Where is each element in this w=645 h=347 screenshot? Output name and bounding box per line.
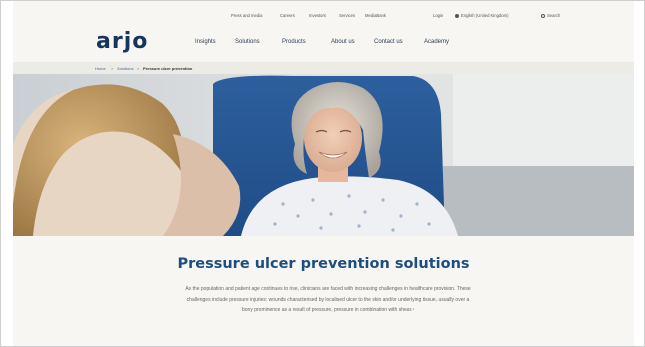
breadcrumb-separator: > <box>137 66 140 71</box>
page-title: Pressure ulcer prevention solutions <box>177 256 470 272</box>
hero-image <box>13 74 634 236</box>
breadcrumb-current: Pressure ulcer prevention <box>143 66 193 71</box>
nav-about-us[interactable]: About us <box>331 39 355 45</box>
search-label: Search <box>547 13 561 18</box>
nav-academy[interactable]: Academy <box>424 39 449 45</box>
breadcrumb-separator: > <box>111 66 114 71</box>
search-link[interactable]: Search <box>541 13 560 18</box>
press-link[interactable]: Press and media <box>231 13 262 18</box>
nav-solutions[interactable]: Solutions <box>235 39 260 45</box>
arjo-logo[interactable]: arjo <box>96 29 148 54</box>
web-page: Press and media Careers Investors Servic… <box>13 1 634 346</box>
nav-products[interactable]: Products <box>282 39 306 45</box>
nav-insights[interactable]: Insights <box>195 39 216 45</box>
breadcrumb-home[interactable]: Home <box>95 66 106 71</box>
utility-nav: Press and media Careers Investors Servic… <box>13 11 634 21</box>
careers-link[interactable]: Careers <box>280 13 295 18</box>
language-label: English (United Kingdom) <box>461 13 509 18</box>
breadcrumb-solutions[interactable]: Solutions <box>117 66 133 71</box>
nav-contact-us[interactable]: Contact us <box>374 39 403 45</box>
globe-icon <box>455 13 459 18</box>
mediabank-link[interactable]: MediaBank <box>365 13 386 18</box>
breadcrumb: Home > Solutions > Pressure ulcer preven… <box>13 62 634 74</box>
site-header: arjo Insights Solutions Products About u… <box>13 23 634 61</box>
investors-link[interactable]: Investors <box>309 13 326 18</box>
language-selector[interactable]: English (United Kingdom) <box>455 13 508 18</box>
intro-paragraph: As the population and patient age contin… <box>185 286 471 313</box>
main-content: Pressure ulcer prevention solutions As t… <box>13 236 634 346</box>
login-link[interactable]: Login <box>433 13 443 18</box>
services-link[interactable]: Services <box>339 13 355 18</box>
browser-frame: Press and media Careers Investors Servic… <box>0 0 645 347</box>
hero-photo <box>13 74 634 236</box>
search-icon <box>541 13 545 18</box>
